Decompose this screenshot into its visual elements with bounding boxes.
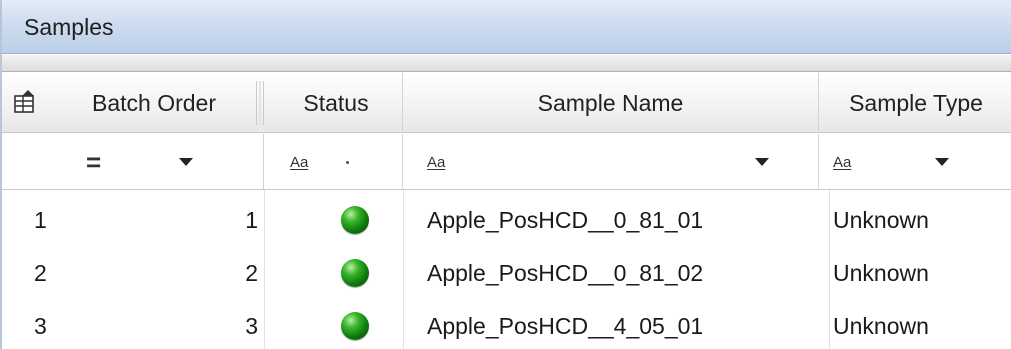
header-status[interactable]: Status [270, 73, 403, 133]
batch-order-cell: 1 [245, 206, 258, 233]
text-filter-icon: Aa [833, 153, 852, 171]
sample-type-filter[interactable]: Aa [819, 134, 1011, 190]
batch-order-cell: 2 [245, 259, 258, 286]
filter-dot [346, 160, 350, 164]
text-filter-icon: Aa [427, 153, 446, 171]
text-filter-icon: Aa [290, 153, 309, 171]
header-status-label: Status [303, 89, 369, 116]
batch-order-filter[interactable]: = [54, 134, 264, 190]
column-chooser-button[interactable] [2, 73, 54, 133]
sample-type-cell: Unknown [833, 312, 929, 339]
sample-name-filter[interactable]: Aa [403, 134, 819, 190]
green-ball-icon [341, 206, 369, 234]
status-cell [270, 300, 440, 349]
column-chooser-icon [14, 90, 34, 113]
sample-type-cell: Unknown [833, 259, 929, 286]
samples-panel: Samples Batch Order Status Sample Name S… [0, 0, 1011, 349]
chevron-down-icon[interactable] [935, 158, 950, 166]
header-sample-type-label: Sample Type [849, 89, 983, 116]
filter-operator-equals[interactable]: = [86, 147, 101, 178]
table-row[interactable]: 1 1 Apple_PosHCD__0_81_01 Unknown [2, 194, 1011, 246]
header-batch-order-label: Batch Order [92, 89, 216, 116]
column-splitter[interactable] [256, 81, 264, 125]
sample-name-cell: Apple_PosHCD__0_81_02 [427, 259, 704, 286]
filter-row: = Aa Aa Aa [2, 134, 1011, 190]
chevron-down-icon[interactable] [755, 158, 770, 166]
sample-name-cell: Apple_PosHCD__0_81_01 [427, 206, 704, 233]
header-sample-name-label: Sample Name [537, 89, 684, 116]
row-index: 2 [34, 259, 47, 286]
header-batch-order[interactable]: Batch Order [54, 73, 254, 133]
panel-title: Samples [24, 14, 114, 40]
header-sample-type[interactable]: Sample Type [819, 73, 1011, 133]
column-header-row: Batch Order Status Sample Name Sample Ty… [2, 73, 1011, 133]
status-cell [270, 194, 440, 246]
filter-row-spacer [2, 134, 54, 190]
status-filter[interactable]: Aa [270, 134, 403, 190]
batch-order-cell: 3 [245, 312, 258, 339]
table-row[interactable]: 3 3 Apple_PosHCD__4_05_01 Unknown [2, 300, 1011, 349]
toolbar-strip [2, 55, 1011, 72]
green-ball-icon [341, 312, 369, 340]
green-ball-icon [341, 259, 369, 287]
panel-title-bar: Samples [2, 0, 1011, 54]
row-index: 1 [34, 206, 47, 233]
row-index: 3 [34, 312, 47, 339]
header-sample-name[interactable]: Sample Name [403, 73, 819, 133]
sample-name-cell: Apple_PosHCD__4_05_01 [427, 312, 704, 339]
table-row[interactable]: 2 2 Apple_PosHCD__0_81_02 Unknown [2, 247, 1011, 299]
status-cell [270, 247, 440, 299]
sample-type-cell: Unknown [833, 206, 929, 233]
chevron-down-icon[interactable] [179, 158, 194, 166]
